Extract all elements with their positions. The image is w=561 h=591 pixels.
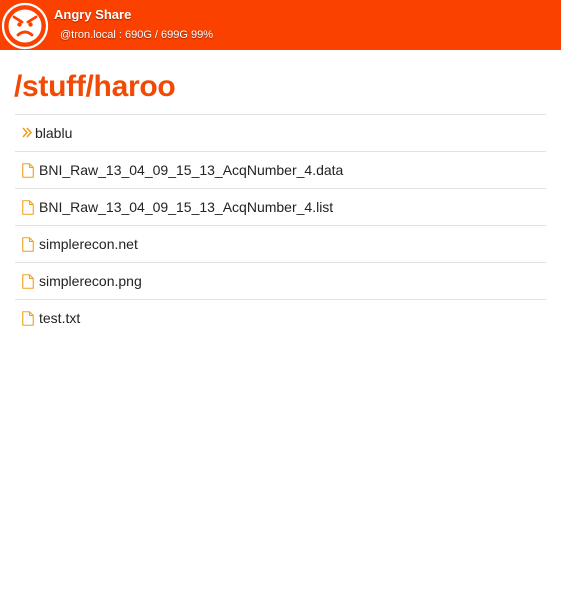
file-item[interactable]: BNI_Raw_13_04_09_15_13_AcqNumber_4.list: [15, 188, 546, 225]
file-list: blablu BNI_Raw_13_04_09_15_13_AcqNumber_…: [15, 114, 546, 336]
page-title: /stuff/haroo: [14, 70, 176, 103]
file-icon: [22, 163, 34, 178]
file-item[interactable]: test.txt: [15, 299, 546, 336]
file-item[interactable]: BNI_Raw_13_04_09_15_13_AcqNumber_4.data: [15, 151, 546, 188]
entry-label: simplerecon.png: [39, 273, 142, 289]
entry-label: BNI_Raw_13_04_09_15_13_AcqNumber_4.data: [39, 162, 344, 178]
entry-label: simplerecon.net: [39, 236, 138, 252]
host-disk-info: @tron.local : 690G / 699G 99%: [60, 29, 214, 41]
entry-label: test.txt: [39, 310, 81, 326]
file-icon: [22, 274, 34, 289]
double-chevron-right-icon: [22, 127, 32, 138]
entry-label: BNI_Raw_13_04_09_15_13_AcqNumber_4.list: [39, 199, 334, 215]
directory-item[interactable]: blablu: [15, 114, 546, 151]
top-bar: Angry Share @tron.local : 690G / 699G 99…: [0, 0, 561, 50]
entry-label: blablu: [35, 125, 73, 141]
file-item[interactable]: simplerecon.net: [15, 225, 546, 262]
file-icon: [22, 200, 34, 215]
file-item[interactable]: simplerecon.png: [15, 262, 546, 299]
file-icon: [22, 237, 34, 252]
angry-face-icon[interactable]: [1, 2, 49, 50]
file-icon: [22, 311, 34, 326]
app-title: Angry Share: [54, 7, 132, 22]
